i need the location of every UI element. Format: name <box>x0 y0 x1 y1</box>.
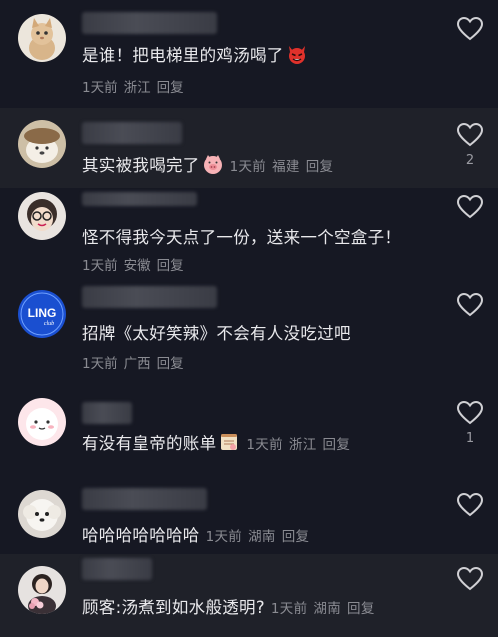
comment-text: 怪不得我今天点了一份，送来一个空盒子！ <box>82 224 401 248</box>
like-button[interactable] <box>456 292 484 318</box>
location: 福建 <box>272 159 300 175</box>
location: 湖南 <box>313 601 342 617</box>
comment-body: 顾客:汤煮到如水般透明? <box>82 598 265 617</box>
woman-flowers-avatar-icon <box>18 566 66 614</box>
comment-list: 是谁！把电梯里的鸡汤喝了 1天前 浙江 回复 其实被我喝完了 1天前 福建 回复… <box>0 0 498 637</box>
heart-icon <box>456 194 484 219</box>
timestamp: 1天前 <box>205 529 243 545</box>
comment-item: 怪不得我今天点了一份，送来一个空盒子！ 1天前 安徽 回复 <box>0 188 498 284</box>
comment-text: 有没有皇帝的账单 1天前 浙江 回复 <box>82 430 356 454</box>
timestamp: 1天前 <box>82 356 118 372</box>
location: 浙江 <box>288 437 317 453</box>
comment-item: 顾客:汤煮到如水般透明? 1天前 湖南 回复 <box>0 554 498 637</box>
username-blurred[interactable] <box>82 122 182 144</box>
comment-meta: 1天前 安徽 回复 <box>82 254 190 274</box>
like-button[interactable] <box>456 194 484 220</box>
comment-item: 有没有皇帝的账单 1天前 浙江 回复 1 <box>0 388 498 482</box>
like-count: 1 <box>465 431 475 446</box>
reply-button[interactable]: 回复 <box>157 356 184 372</box>
like-button[interactable] <box>456 400 484 426</box>
reply-button[interactable]: 回复 <box>157 258 184 274</box>
reply-button[interactable]: 回复 <box>323 437 351 453</box>
comment-body: 怪不得我今天点了一份，送来一个空盒子！ <box>82 228 402 247</box>
reply-button[interactable]: 回复 <box>306 159 334 175</box>
comment-item: 是谁！把电梯里的鸡汤喝了 1天前 浙江 回复 <box>0 0 498 108</box>
comment-text: 是谁！把电梯里的鸡汤喝了 <box>82 42 308 66</box>
comment-body: 哈哈哈哈哈哈哈 <box>82 526 200 545</box>
like-button[interactable] <box>456 122 484 148</box>
timestamp: 1天前 <box>82 258 118 274</box>
username-blurred[interactable] <box>82 488 207 510</box>
comment-body: 其实被我喝完了 <box>82 156 200 175</box>
location: 浙江 <box>123 80 151 96</box>
location: 湖南 <box>248 529 276 545</box>
username-blurred[interactable] <box>82 12 217 34</box>
dog-avatar-icon <box>18 120 66 168</box>
avatar[interactable] <box>18 490 66 538</box>
comment-meta: 1天前 湖南 回复 <box>271 601 381 617</box>
comment-body: 招牌《太好笑辣》不会有人没吃过吧 <box>82 324 351 343</box>
svg-text:club: club <box>44 321 54 327</box>
avatar[interactable] <box>18 398 66 446</box>
like-button[interactable] <box>456 566 484 592</box>
username-blurred[interactable] <box>82 192 197 206</box>
like-button[interactable] <box>456 16 484 42</box>
svg-text:LING: LING <box>28 306 57 320</box>
comment-text: 招牌《太好笑辣》不会有人没吃过吧 <box>82 320 351 344</box>
location: 安徽 <box>123 258 151 274</box>
reply-button[interactable]: 回复 <box>157 80 184 96</box>
username-blurred[interactable] <box>82 286 217 308</box>
reply-button[interactable]: 回复 <box>282 529 310 545</box>
reply-button[interactable]: 回复 <box>347 601 375 617</box>
like-button[interactable] <box>456 492 484 518</box>
like-count: 2 <box>465 153 475 168</box>
comment-text: 顾客:汤煮到如水般透明? 1天前 湖南 回复 <box>82 594 381 618</box>
comment-item: 其实被我喝完了 1天前 福建 回复 2 <box>0 108 498 188</box>
comment-meta: 1天前 浙江 回复 <box>82 76 190 96</box>
avatar[interactable] <box>18 566 66 614</box>
comment-meta: 1天前 湖南 回复 <box>206 529 316 545</box>
timestamp: 1天前 <box>270 601 308 617</box>
comment-meta: 1天前 广西 回复 <box>82 352 190 372</box>
scroll-emoji-icon <box>221 434 238 450</box>
pig-emoji-icon <box>203 155 222 174</box>
avatar[interactable]: LING club <box>18 290 66 338</box>
comment-meta: 1天前 福建 回复 <box>230 159 340 175</box>
avatar[interactable] <box>18 120 66 168</box>
comment-text: 哈哈哈哈哈哈哈 1天前 湖南 回复 <box>82 522 315 546</box>
heart-icon <box>456 292 484 317</box>
heart-icon <box>456 16 484 41</box>
comment-item: LING club 招牌《太好笑辣》不会有人没吃过吧 1天前 广西 回复 <box>0 284 498 388</box>
avatar[interactable] <box>18 192 66 240</box>
avatar[interactable] <box>18 14 66 62</box>
comment-item: 哈哈哈哈哈哈哈 1天前 湖南 回复 <box>0 482 498 554</box>
location: 广西 <box>123 356 151 372</box>
heart-icon <box>456 400 484 425</box>
timestamp: 1天前 <box>82 80 118 96</box>
devil-emoji-icon <box>288 46 305 64</box>
comment-body: 是谁！把电梯里的鸡汤喝了 <box>82 46 284 65</box>
comment-text: 其实被我喝完了 1天前 福建 回复 <box>82 152 339 176</box>
pink-cartoon-avatar-icon <box>18 398 66 446</box>
cat-avatar-icon <box>18 14 66 62</box>
heart-icon <box>456 492 484 517</box>
ling-logo-avatar-icon: LING club <box>18 290 66 338</box>
white-dog-avatar-icon <box>18 490 66 538</box>
comment-body: 有没有皇帝的账单 <box>82 434 217 453</box>
username-blurred[interactable] <box>82 402 132 424</box>
timestamp: 1天前 <box>229 159 267 175</box>
person-glasses-avatar-icon <box>18 192 66 240</box>
heart-icon <box>456 122 484 147</box>
username-blurred[interactable] <box>82 558 152 580</box>
timestamp: 1天前 <box>246 437 283 453</box>
heart-icon <box>456 566 484 591</box>
comment-meta: 1天前 浙江 回复 <box>246 437 356 453</box>
